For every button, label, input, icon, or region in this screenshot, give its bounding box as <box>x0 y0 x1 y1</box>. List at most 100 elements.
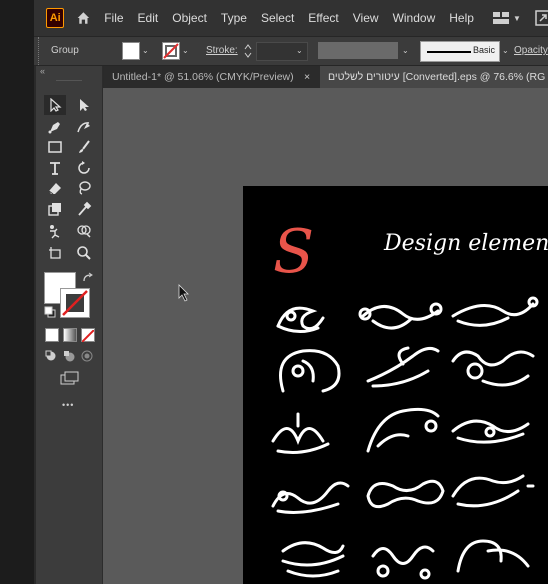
screen-mode-icon[interactable] <box>60 371 80 385</box>
selection-arrow-icon <box>50 98 62 112</box>
no-stroke-icon <box>163 43 179 59</box>
fill-swatch[interactable] <box>122 42 140 60</box>
variable-width-profile[interactable] <box>318 42 398 59</box>
flourish-ornaments <box>271 296 539 580</box>
type-tool[interactable] <box>44 158 66 178</box>
paintbrush-tool[interactable] <box>73 137 95 157</box>
opacity-label[interactable]: Opacity <box>514 45 548 56</box>
flourish-ornament-icon <box>366 479 445 509</box>
rectangle-tool[interactable] <box>44 137 66 157</box>
selection-type-label: Group <box>51 45 79 56</box>
eyedropper-icon <box>78 201 92 216</box>
zoom-tool[interactable] <box>73 243 95 263</box>
chevron-down-icon: ▼ <box>512 13 521 23</box>
curvature-pen-icon <box>77 122 90 133</box>
direct-selection-tool[interactable] <box>73 95 95 115</box>
stroke-color-box[interactable] <box>60 288 90 318</box>
menu-help[interactable]: Help <box>442 0 481 36</box>
tab-label: עיטורים לשלטים [Converted].eps @ 76.6% (… <box>328 71 546 83</box>
artboard-tool[interactable] <box>44 243 66 263</box>
rotate-tool[interactable] <box>73 158 95 178</box>
flourish-ornament-icon <box>451 296 539 327</box>
menu-window[interactable]: Window <box>386 0 443 36</box>
menu-object[interactable]: Object <box>165 0 214 36</box>
pen-tool[interactable] <box>44 117 66 137</box>
draw-normal-icon[interactable] <box>45 350 57 362</box>
paintbrush-icon <box>79 140 90 153</box>
control-bar: Group ⌄ ⌄ Stroke: ⌄ ⌄ Basic ⌄ Opacity <box>34 36 548 66</box>
panel-grip[interactable] <box>56 80 82 81</box>
menu-edit[interactable]: Edit <box>131 0 166 36</box>
shape-builder-icon <box>77 225 91 238</box>
flourish-ornament-icon <box>276 306 325 333</box>
eraser-tool[interactable] <box>44 178 66 198</box>
scale-tool[interactable] <box>44 199 66 219</box>
rectangle-icon <box>48 141 62 153</box>
menu-select[interactable]: Select <box>254 0 301 36</box>
grid-layout-icon <box>492 12 509 24</box>
flourish-ornament-icon <box>371 545 435 580</box>
stroke-label[interactable]: Stroke: <box>206 45 238 56</box>
close-tab-icon[interactable]: × <box>304 66 310 88</box>
chevron-down-icon[interactable]: ⌄ <box>402 46 409 55</box>
panel-grip[interactable] <box>38 37 41 65</box>
flourish-ornament-icon <box>451 350 535 387</box>
selection-tool[interactable] <box>44 95 66 115</box>
gradient-mode-button[interactable] <box>63 328 77 342</box>
chevron-down-icon[interactable]: ⌄ <box>296 46 303 55</box>
lasso-icon <box>79 181 91 195</box>
eyedropper-tool[interactable] <box>73 199 95 219</box>
brush-definition[interactable]: Basic <box>420 41 500 62</box>
workspace-switcher[interactable]: ▼ <box>492 12 521 24</box>
none-mode-button[interactable] <box>81 328 95 343</box>
draw-inside-icon[interactable] <box>81 350 93 362</box>
eraser-icon <box>48 183 61 195</box>
lasso-tool[interactable] <box>73 178 95 198</box>
arrange-documents-icon[interactable] <box>535 10 548 26</box>
menu-type[interactable]: Type <box>214 0 254 36</box>
draw-behind-icon[interactable] <box>63 350 75 362</box>
left-window-edge <box>0 0 34 584</box>
default-fill-stroke-icon[interactable] <box>44 306 56 318</box>
zoom-magnifier-icon <box>77 246 91 260</box>
flourish-ornament-icon <box>271 481 350 514</box>
tools-panel: « ••• <box>36 66 103 584</box>
flourish-ornament-icon <box>451 474 535 508</box>
flourish-ornament-icon <box>456 539 530 573</box>
flourish-ornament-icon <box>279 349 341 393</box>
none-slash-icon <box>62 290 88 316</box>
menu-bar: Ai File Edit Object Type Select Effect V… <box>34 0 548 36</box>
swap-fill-stroke-icon[interactable] <box>82 272 94 284</box>
shape-builder-tool[interactable] <box>73 221 95 241</box>
flourish-ornament-icon <box>366 407 440 453</box>
chevron-down-icon[interactable]: ⌄ <box>502 46 509 55</box>
tab-converted-eps[interactable]: עיטורים לשלטים [Converted].eps @ 76.6% (… <box>320 66 548 88</box>
flourish-ornament-icon <box>358 302 443 330</box>
puppet-warp-tool[interactable] <box>44 221 66 241</box>
chevron-down-icon[interactable]: ⌄ <box>182 46 189 55</box>
home-icon[interactable] <box>76 9 91 27</box>
collapse-panel-button[interactable]: « <box>40 66 45 76</box>
mouse-cursor-icon <box>178 284 189 302</box>
tab-label: Untitled-1* @ 51.06% (CMYK/Preview) <box>112 71 294 83</box>
none-icon <box>81 329 95 343</box>
document-tabs: Untitled-1* @ 51.06% (CMYK/Preview) × עי… <box>104 66 548 88</box>
flourish-ornament-icon <box>281 541 345 578</box>
stroke-weight-stepper[interactable] <box>243 42 253 60</box>
menu-file[interactable]: File <box>97 0 130 36</box>
edit-toolbar-button[interactable]: ••• <box>62 400 74 410</box>
menu-effect[interactable]: Effect <box>301 0 345 36</box>
stroke-swatch[interactable] <box>162 42 180 60</box>
artboard[interactable]: S Design elements. S <box>243 186 548 584</box>
chevron-down-icon[interactable]: ⌄ <box>142 46 149 55</box>
scale-icon <box>48 203 61 216</box>
tab-untitled-1[interactable]: Untitled-1* @ 51.06% (CMYK/Preview) × <box>104 66 320 88</box>
curvature-tool[interactable] <box>73 117 95 137</box>
pen-icon <box>48 122 60 134</box>
app-logo: Ai <box>46 8 65 28</box>
menu-view[interactable]: View <box>346 0 386 36</box>
brush-label: Basic <box>473 45 496 55</box>
type-t-icon <box>50 162 60 175</box>
direct-selection-arrow-icon <box>80 99 89 111</box>
color-mode-button[interactable] <box>45 328 59 342</box>
